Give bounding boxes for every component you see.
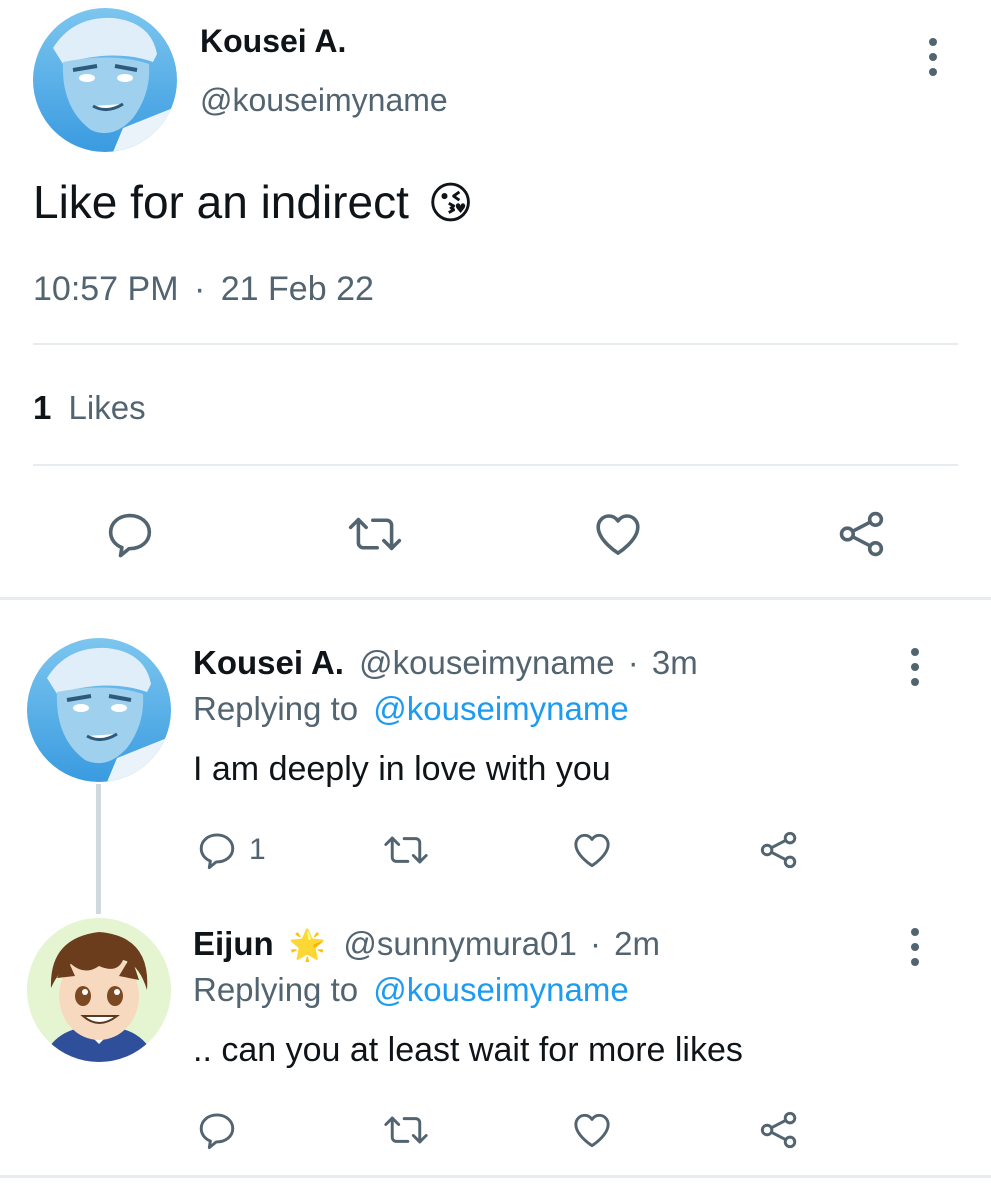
reply-separator: ·	[627, 644, 639, 681]
reply-time[interactable]: 3m	[652, 644, 698, 681]
likes-count-row[interactable]: 1 Likes	[33, 389, 146, 427]
share-icon	[839, 511, 884, 557]
retweet-button[interactable]	[378, 1106, 434, 1154]
divider	[33, 464, 958, 466]
thread-line	[96, 784, 101, 914]
replying-to: Replying to @kouseimyname	[193, 971, 629, 1009]
reply-author-name[interactable]: Kousei A.	[193, 644, 344, 681]
like-icon	[574, 833, 610, 868]
like-icon	[574, 1113, 610, 1148]
replying-to-prefix: Replying to	[193, 971, 359, 1008]
reply-button[interactable]	[193, 1106, 241, 1154]
kiss-emoji: 😘	[427, 179, 474, 228]
reply-text: I am deeply in love with you	[193, 750, 611, 788]
reply-text: .. can you at least wait for more likes	[193, 1031, 743, 1069]
reply-button[interactable]	[193, 826, 241, 874]
reply-icon	[199, 833, 235, 870]
time-separator: ·	[193, 270, 206, 308]
likes-label: Likes	[68, 389, 146, 426]
reply-author-name[interactable]: Eijun	[193, 925, 274, 962]
reply-avatar[interactable]	[27, 638, 171, 782]
tweet-timestamp[interactable]: 10:57 PM · 21 Feb 22	[33, 270, 374, 309]
share-icon	[760, 1111, 797, 1149]
more-options-icon[interactable]	[908, 648, 922, 686]
reply-count: 1	[249, 833, 266, 866]
bottom-divider	[0, 1175, 991, 1178]
tweet-text: Like for an indirect 😘	[33, 175, 474, 229]
reply-avatar[interactable]	[27, 918, 171, 1062]
reply-header: Kousei A. @kouseimyname · 3m	[193, 644, 698, 682]
tweet-time: 10:57 PM	[33, 270, 179, 308]
reply-icon	[199, 1113, 235, 1150]
like-icon	[596, 514, 640, 555]
author-name[interactable]: Kousei A.	[200, 23, 346, 60]
likes-count: 1	[33, 389, 52, 426]
share-button[interactable]	[755, 1106, 803, 1154]
star-emoji: 🌟	[288, 929, 327, 962]
reply-author-handle[interactable]: @kouseimyname	[359, 644, 614, 681]
replying-to: Replying to @kouseimyname	[193, 690, 629, 728]
like-button[interactable]	[568, 1106, 616, 1154]
retweet-icon	[384, 1116, 428, 1144]
reply-separator: ·	[590, 925, 601, 962]
reply-button[interactable]	[100, 504, 160, 564]
tweet-date: 21 Feb 22	[220, 270, 374, 308]
reply-header: Eijun 🌟 @sunnymura01 · 2m	[193, 925, 660, 963]
tweet-text-body: Like for an indirect	[33, 176, 409, 228]
share-button[interactable]	[755, 826, 803, 874]
section-divider	[0, 597, 991, 600]
like-button[interactable]	[588, 504, 648, 564]
like-button[interactable]	[568, 826, 616, 874]
author-handle[interactable]: @kouseimyname	[200, 82, 448, 119]
retweet-button[interactable]	[378, 826, 434, 874]
share-icon	[760, 831, 797, 869]
more-options-icon[interactable]	[908, 928, 922, 966]
reply-author-handle[interactable]: @sunnymura01	[343, 925, 576, 962]
reply-time[interactable]: 2m	[614, 925, 660, 962]
retweet-icon	[348, 517, 402, 551]
replying-to-prefix: Replying to	[193, 690, 359, 727]
reply-icon	[108, 513, 152, 558]
retweet-icon	[384, 836, 428, 864]
replying-to-handle[interactable]: @kouseimyname	[373, 971, 628, 1008]
retweet-button[interactable]	[340, 504, 410, 564]
main-tweet-avatar[interactable]	[33, 8, 177, 152]
more-options-icon[interactable]	[926, 38, 940, 76]
divider	[33, 343, 958, 345]
share-button[interactable]	[832, 504, 892, 564]
replying-to-handle[interactable]: @kouseimyname	[373, 690, 628, 727]
